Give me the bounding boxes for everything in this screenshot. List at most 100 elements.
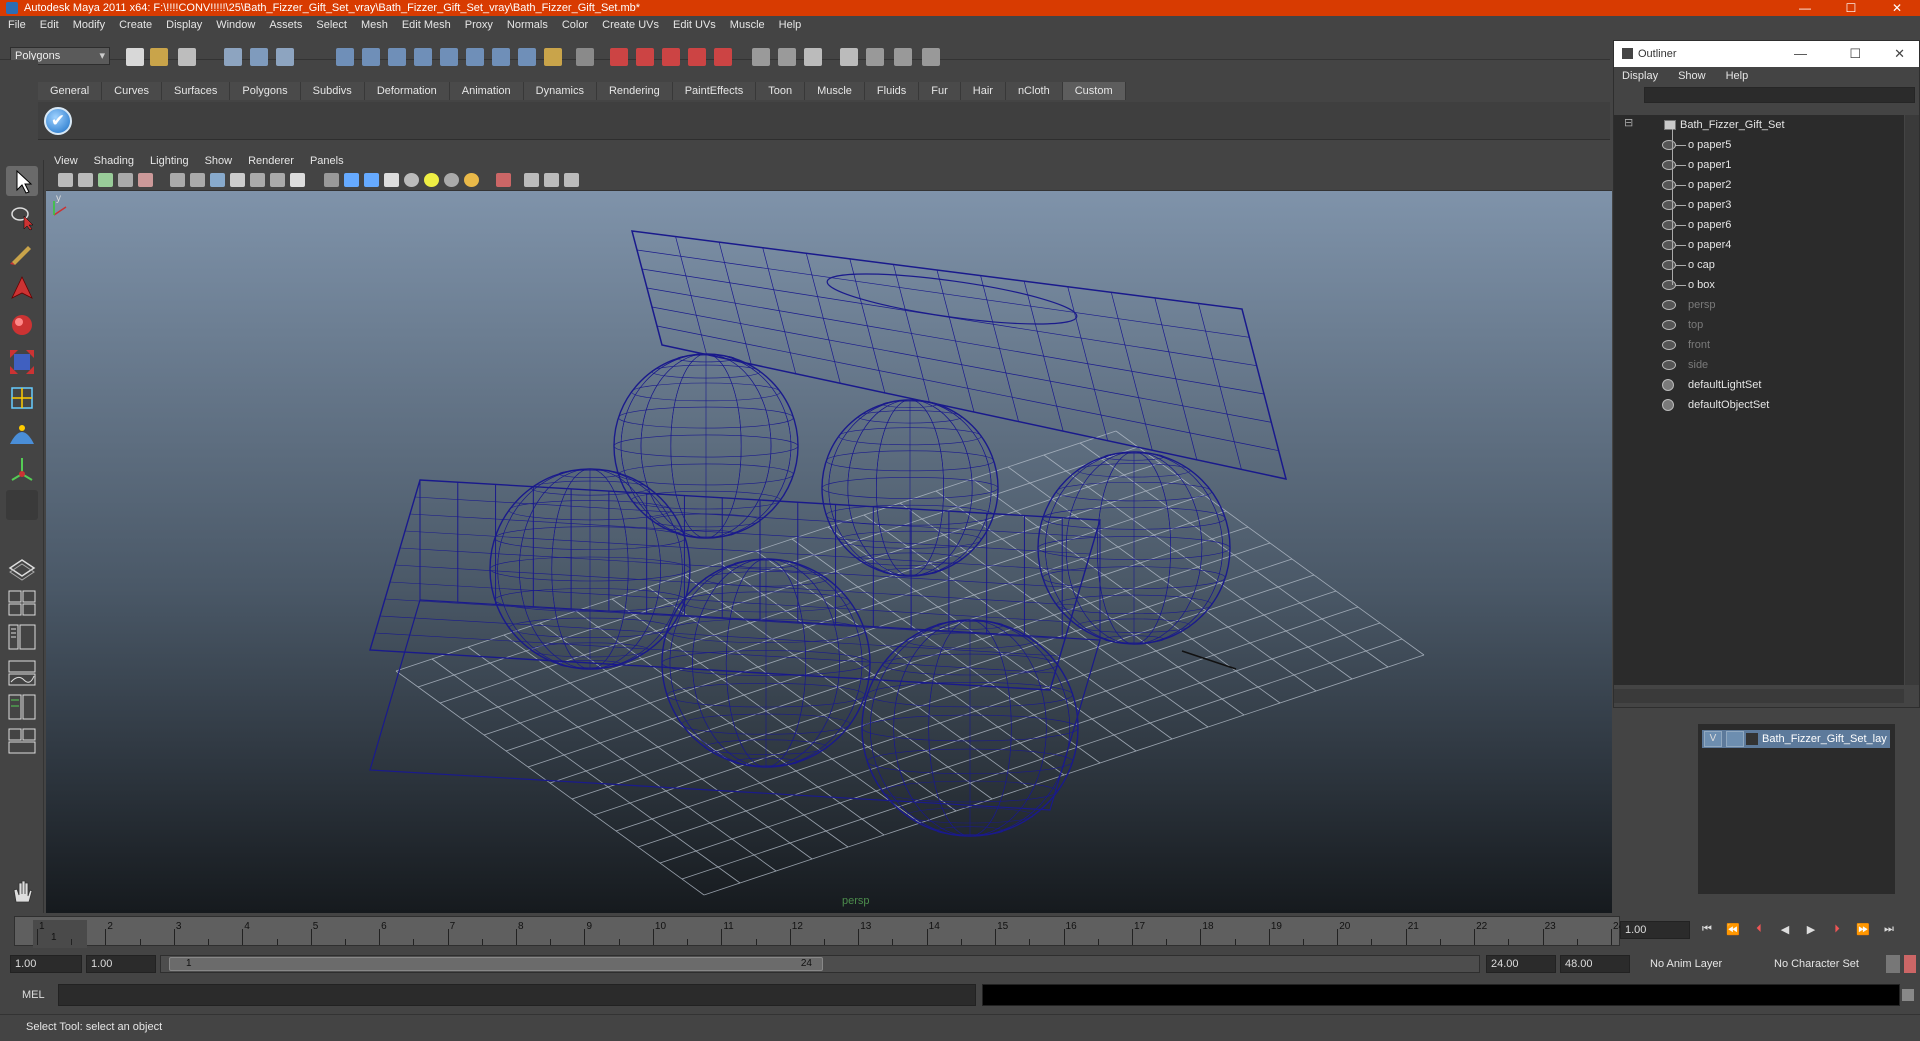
select-by-component-icon[interactable] (276, 48, 294, 66)
menu-edit-mesh[interactable]: Edit Mesh (402, 19, 451, 31)
xray-icon[interactable] (524, 173, 539, 187)
outliner-item-defaultLightSet[interactable]: defaultLightSet (1662, 375, 1761, 395)
outliner-item-paper3[interactable]: o paper3 (1662, 195, 1731, 215)
outliner-item-defaultObjectSet[interactable]: defaultObjectSet (1662, 395, 1769, 415)
time-slider[interactable]: 1 1 2 3 4 5 6 7 8 9 10 11 12 13 14 15 16 17 18 19 20 21 22 23 2… (0, 913, 1920, 948)
select-rendering-icon[interactable] (492, 48, 510, 66)
layer-visibility-toggle[interactable]: V (1704, 731, 1722, 747)
playback-end-field[interactable]: 24.00 (1486, 955, 1556, 973)
xray-components-icon[interactable] (564, 173, 579, 187)
ipr-render-icon[interactable] (866, 48, 884, 66)
play-backwards-icon[interactable]: ◀ (1778, 923, 1792, 937)
menu-create[interactable]: Create (119, 19, 152, 31)
new-scene-icon[interactable] (126, 48, 144, 66)
tab-polygons[interactable]: Polygons (230, 82, 301, 100)
hypershade-persp-layout-icon[interactable] (6, 692, 38, 722)
select-handles-icon[interactable] (336, 48, 354, 66)
safe-title-icon[interactable] (290, 173, 305, 187)
animation-end-field[interactable]: 48.00 (1560, 955, 1630, 973)
outliner-item-cap[interactable]: o cap (1662, 255, 1715, 275)
resolution-gate-icon[interactable] (210, 173, 225, 187)
default-lighting-icon[interactable] (404, 173, 419, 187)
outliner-item-front[interactable]: front (1662, 335, 1710, 355)
outliner-menu-display[interactable]: Display (1622, 70, 1658, 82)
shelf-options[interactable] (0, 60, 38, 142)
open-scene-icon[interactable] (150, 48, 168, 66)
tab-general[interactable]: General (38, 82, 103, 100)
panel-menu-show[interactable]: Show (205, 155, 233, 167)
menu-modify[interactable]: Modify (73, 19, 105, 31)
textured-icon[interactable] (384, 173, 399, 187)
anim-layer-dropdown[interactable]: No Anim Layer (1650, 955, 1762, 973)
menu-display[interactable]: Display (166, 19, 202, 31)
step-back-frame-icon[interactable]: ⏴ (1752, 923, 1766, 937)
outliner-item-paper6[interactable]: o paper6 (1662, 215, 1731, 235)
outliner-item-top[interactable]: top (1662, 315, 1703, 335)
tab-animation[interactable]: Animation (449, 82, 524, 100)
panel-menu-panels[interactable]: Panels (310, 155, 344, 167)
four-view-layout-icon[interactable] (6, 588, 38, 618)
show-manipulator-icon[interactable] (6, 454, 38, 484)
go-to-start-icon[interactable]: ⏮ (1700, 923, 1714, 937)
tab-deformation[interactable]: Deformation (364, 82, 450, 100)
minimize-button[interactable]: — (1782, 0, 1828, 16)
snap-to-curves-icon[interactable] (636, 48, 654, 66)
gate-mask-icon[interactable] (230, 173, 245, 187)
soft-modification-icon[interactable] (6, 418, 38, 448)
tab-curves[interactable]: Curves (102, 82, 162, 100)
move-tool-icon[interactable] (6, 274, 38, 304)
outliner-minimize-button[interactable]: — (1794, 41, 1807, 67)
menu-color[interactable]: Color (562, 19, 588, 31)
wireframe-icon[interactable] (324, 173, 339, 187)
highlight-selection-icon[interactable] (576, 48, 594, 66)
tab-fluids[interactable]: Fluids (864, 82, 920, 100)
safe-action-icon[interactable] (270, 173, 285, 187)
snap-to-view-planes-icon[interactable] (688, 48, 706, 66)
outliner-maximize-button[interactable]: ☐ (1849, 41, 1861, 67)
select-by-hierarchy-icon[interactable] (224, 48, 242, 66)
animation-preferences-icon[interactable] (1904, 955, 1916, 973)
select-by-object-icon[interactable] (250, 48, 268, 66)
rotate-tool-icon[interactable] (6, 310, 38, 340)
two-d-pan-zoom-icon[interactable] (138, 173, 153, 187)
select-dynamics-icon[interactable] (466, 48, 484, 66)
outliner-horizontal-scrollbar[interactable] (1614, 689, 1904, 703)
go-to-end-icon[interactable]: ⏭ (1882, 923, 1896, 937)
select-joints-icon[interactable] (362, 48, 380, 66)
step-forward-key-icon[interactable]: ⏩ (1856, 923, 1870, 937)
tab-painteffects[interactable]: PaintEffects (672, 82, 757, 100)
persp-graph-outliner-layout-icon[interactable] (6, 726, 38, 756)
time-slider-track[interactable]: 1 1 2 3 4 5 6 7 8 9 10 11 12 13 14 15 16 17 18 19 20 21 22 23 2… (14, 916, 1624, 948)
paint-select-tool-icon[interactable] (6, 238, 38, 268)
menu-proxy[interactable]: Proxy (465, 19, 493, 31)
select-surfaces-icon[interactable] (414, 48, 432, 66)
select-camera-icon[interactable] (58, 173, 73, 187)
tab-subdivs[interactable]: Subdivs (300, 82, 365, 100)
animation-start-field[interactable]: 1.00 (10, 955, 82, 973)
menu-mesh[interactable]: Mesh (361, 19, 388, 31)
menu-edit[interactable]: Edit (40, 19, 59, 31)
make-live-icon[interactable] (714, 48, 732, 66)
bookmarks-icon[interactable] (98, 173, 113, 187)
output-ops-icon[interactable] (778, 48, 796, 66)
outliner-menu-help[interactable]: Help (1726, 70, 1749, 82)
layout-options-icon[interactable] (6, 770, 38, 788)
outliner-item-box[interactable]: o box (1662, 275, 1715, 295)
tab-ncloth[interactable]: nCloth (1005, 82, 1063, 100)
tab-hair[interactable]: Hair (960, 82, 1006, 100)
tab-surfaces[interactable]: Surfaces (161, 82, 231, 100)
select-misc-icon[interactable] (518, 48, 536, 66)
high-quality-icon[interactable] (464, 173, 479, 187)
layer-color-icon[interactable] (1746, 733, 1758, 745)
layer-type-toggle[interactable] (1726, 731, 1744, 747)
menu-assets[interactable]: Assets (269, 19, 302, 31)
outliner-item-paper1[interactable]: o paper1 (1662, 155, 1731, 175)
tab-custom[interactable]: Custom (1062, 82, 1126, 100)
persp-outliner-layout-icon[interactable] (6, 622, 38, 652)
collapse-icon[interactable]: ⊟ (1624, 113, 1633, 133)
scale-tool-icon[interactable] (6, 346, 38, 376)
menu-window[interactable]: Window (216, 19, 255, 31)
outliner-filter-field[interactable] (1644, 87, 1915, 103)
snap-to-points-icon[interactable] (662, 48, 680, 66)
range-slider-bar[interactable]: 1 24 (160, 955, 1480, 973)
